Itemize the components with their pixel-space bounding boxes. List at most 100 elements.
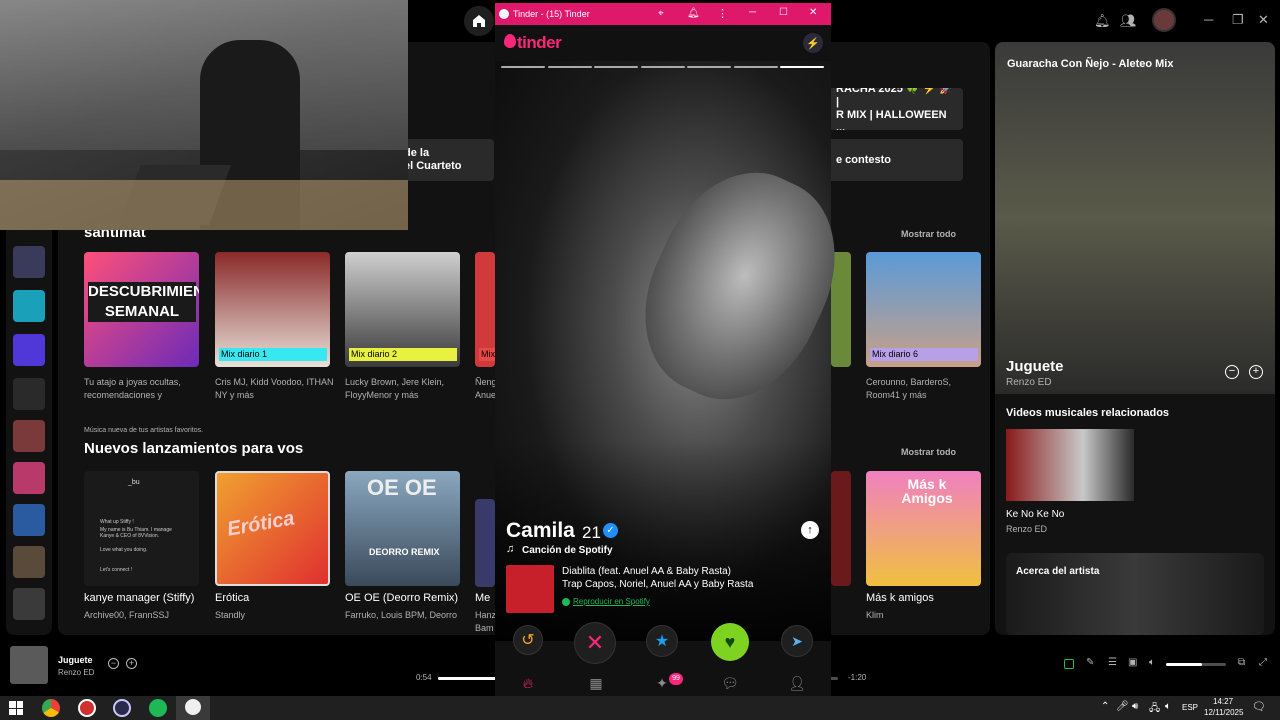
play-on-spotify-link[interactable]: Reproducir en Spotify	[573, 597, 650, 606]
photo-indicator[interactable]	[548, 66, 592, 68]
tinder-taskbar-icon[interactable]	[176, 696, 210, 720]
fullscreen-icon[interactable]: ⤢	[1259, 657, 1267, 668]
release-card-art[interactable]: _bu What up Stiffy ! My name is Bu Thiam…	[84, 471, 199, 586]
player-song[interactable]: Juguete	[58, 655, 93, 665]
network-icon[interactable]: 🖧	[1149, 701, 1160, 718]
clock-date[interactable]: 12/11/2025	[1204, 708, 1243, 717]
nav-swipe-icon[interactable]: 🔥︎	[518, 675, 538, 695]
minimize-icon[interactable]: ─	[1204, 12, 1213, 27]
nav-profile-icon[interactable]: 👤︎	[787, 675, 807, 695]
language-indicator[interactable]: ESP	[1182, 703, 1198, 712]
release-card-art[interactable]: OE OE DEORRO REMIX	[345, 471, 460, 586]
bell-icon[interactable]: 🔔︎	[1094, 13, 1111, 29]
add-icon[interactable]: +	[1249, 365, 1263, 379]
show-all-link[interactable]: Mostrar todo	[901, 447, 956, 457]
friends-icon[interactable]: 👥︎	[1120, 13, 1137, 29]
card-subtitle: Archive00, FrannSSJ	[84, 610, 170, 620]
release-card-art[interactable]: Erótica	[215, 471, 330, 586]
volume-icon[interactable]: 🔈︎	[1149, 657, 1155, 668]
mic-icon[interactable]: 🎤︎	[1116, 701, 1129, 712]
show-all-link[interactable]: Mostrar todo	[901, 229, 956, 239]
close-icon[interactable]: ✕	[809, 7, 817, 18]
related-video-thumb[interactable]	[1006, 429, 1134, 501]
remove-icon[interactable]: −	[1225, 365, 1239, 379]
now-playing-view-icon[interactable]	[1064, 659, 1074, 669]
minimize-icon[interactable]: ─	[749, 7, 756, 18]
app-icon[interactable]	[78, 699, 96, 717]
card-title[interactable]: Me	[475, 592, 497, 604]
library-item[interactable]	[13, 462, 45, 494]
volume-tray-icon[interactable]: 🔈︎	[1165, 701, 1171, 712]
miniplayer-icon[interactable]: ⧉	[1238, 657, 1245, 668]
clock-time[interactable]: 14:27	[1213, 697, 1233, 706]
card-title[interactable]: kanye manager (Stiffy)	[84, 592, 194, 604]
tinder-logo[interactable]: tinder	[517, 33, 562, 53]
nav-chat-icon[interactable]: 💬︎	[720, 675, 740, 695]
now-playing-artist[interactable]: Renzo ED	[1006, 377, 1052, 388]
release-card-art[interactable]	[475, 499, 495, 587]
bell-icon[interactable]: 🔔︎	[687, 8, 700, 19]
shortcut-chip[interactable]: e contesto	[828, 139, 963, 181]
playlist-card-art[interactable]: Mix diario 6	[866, 252, 981, 367]
now-playing-song[interactable]: Juguete	[1006, 358, 1064, 375]
player-cover[interactable]	[10, 646, 48, 684]
photo-indicator[interactable]	[501, 66, 545, 68]
photo-indicator[interactable]	[734, 66, 778, 68]
rewind-button[interactable]: ↺	[513, 625, 543, 655]
boost-button[interactable]: ⚡	[803, 33, 823, 53]
lyrics-icon[interactable]: ✎	[1086, 657, 1094, 668]
player-artist[interactable]: Renzo ED	[58, 668, 94, 677]
library-item[interactable]	[13, 588, 45, 620]
more-options-icon[interactable]: ⋮	[717, 7, 728, 20]
library-item[interactable]	[13, 504, 45, 536]
remove-icon[interactable]: −	[108, 658, 119, 669]
library-item[interactable]	[13, 334, 45, 366]
location-icon[interactable]: ⌖	[658, 8, 664, 19]
release-card-art[interactable]	[831, 471, 851, 586]
related-song[interactable]: Ke No Ke No	[1006, 509, 1064, 520]
library-item[interactable]	[13, 546, 45, 578]
playlist-card-art[interactable]: Mix diario 2	[345, 252, 460, 367]
start-icon[interactable]	[9, 701, 23, 715]
obs-icon[interactable]	[113, 699, 131, 717]
volume-track[interactable]	[1166, 663, 1226, 666]
expand-profile-button[interactable]: ↑	[801, 521, 819, 539]
card-title[interactable]: Más k amigos	[866, 592, 934, 604]
library-item[interactable]	[13, 378, 45, 410]
track-cover[interactable]	[506, 565, 554, 613]
home-button[interactable]	[464, 6, 494, 36]
library-item[interactable]	[13, 290, 45, 322]
playlist-card-art[interactable]: Mix	[475, 252, 495, 367]
notifications-icon[interactable]: 🗨︎	[1252, 700, 1266, 713]
restore-icon[interactable]: ❐	[1232, 12, 1244, 28]
add-icon[interactable]: +	[126, 658, 137, 669]
boost-button[interactable]: ➤	[781, 625, 813, 657]
chrome-icon[interactable]	[42, 699, 60, 717]
close-icon[interactable]: ✕	[1258, 12, 1269, 28]
maximize-icon[interactable]: ☐	[779, 7, 788, 18]
shortcut-chip[interactable]: de la el Cuarteto	[396, 139, 494, 181]
playlist-card-art[interactable]: DESCUBRIMIENTO SEMANAL	[84, 252, 199, 367]
tray-chevron-icon[interactable]: ⌃	[1101, 701, 1109, 712]
photo-indicator[interactable]	[687, 66, 731, 68]
shortcut-chip[interactable]: RACHA 2025 🍀 ⚡ 🚀 | R MIX | HALLOWEEN ...	[828, 88, 963, 130]
library-item[interactable]	[13, 420, 45, 452]
speaker-icon[interactable]: 🔊︎	[1132, 701, 1138, 712]
card-title[interactable]: OE OE (Deorro Remix)	[345, 592, 458, 604]
release-card-art[interactable]: Más k Amigos	[866, 471, 981, 586]
spotify-icon[interactable]	[149, 699, 167, 717]
playlist-card-art[interactable]: Mix diario 1	[215, 252, 330, 367]
library-item[interactable]	[13, 246, 45, 278]
about-artist-card[interactable]: Acerca del artista	[1006, 553, 1264, 635]
user-avatar[interactable]	[1152, 8, 1176, 32]
card-title[interactable]: Erótica	[215, 592, 249, 604]
super-like-button[interactable]: ★	[646, 625, 678, 657]
photo-indicator[interactable]	[594, 66, 638, 68]
nope-button[interactable]: ✕	[574, 622, 616, 664]
device-icon[interactable]: ▣	[1128, 657, 1137, 668]
nav-explore-icon[interactable]: ▦	[586, 675, 606, 695]
like-button[interactable]: ♥	[711, 623, 749, 661]
photo-indicator[interactable]	[780, 66, 824, 68]
photo-indicator[interactable]	[641, 66, 685, 68]
queue-icon[interactable]: ☰	[1108, 657, 1117, 668]
